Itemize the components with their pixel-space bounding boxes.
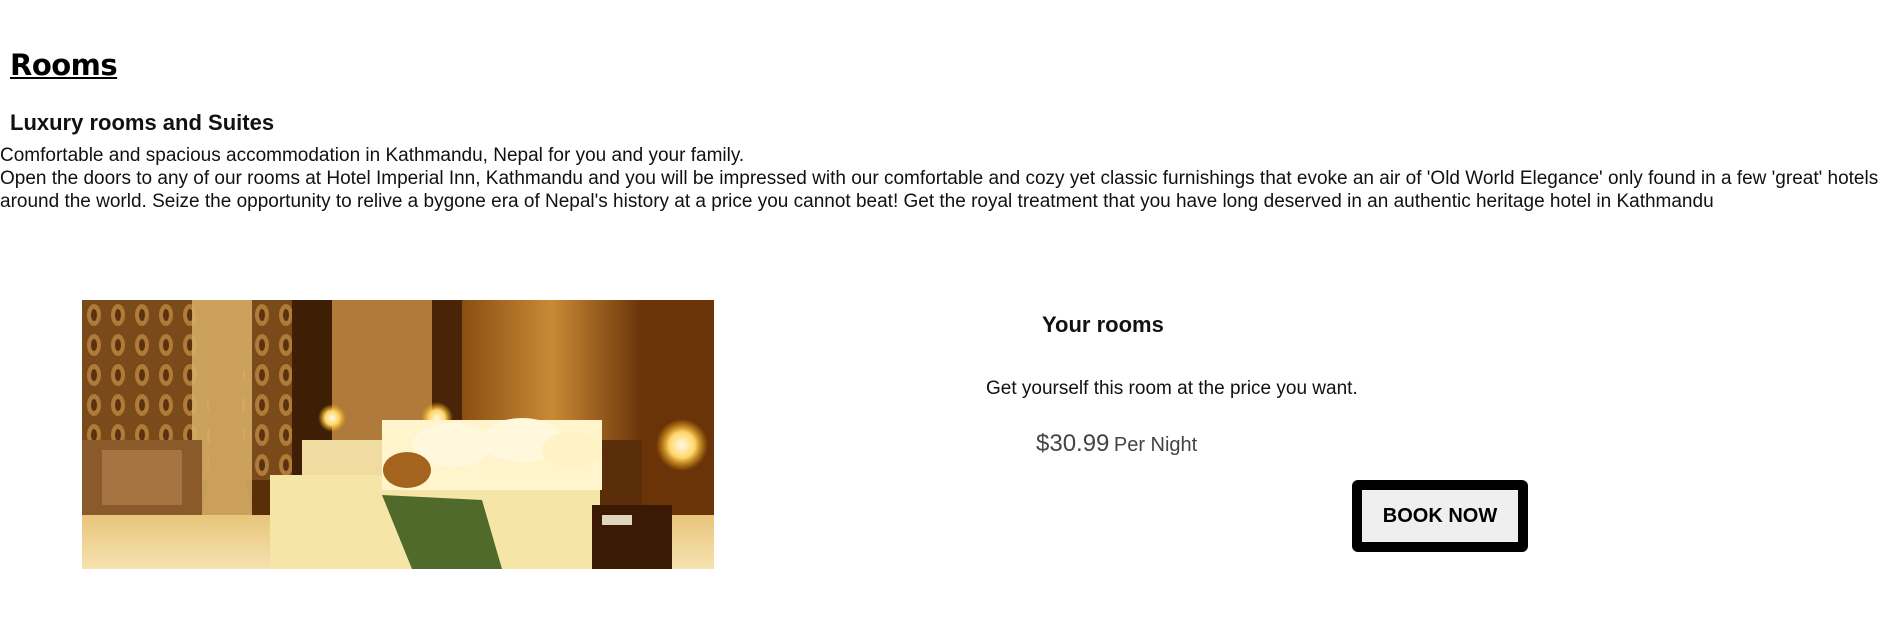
room-image <box>82 300 714 569</box>
intro-text: Comfortable and spacious accommodation i… <box>0 144 1880 213</box>
section-title: Luxury rooms and Suites <box>10 110 275 135</box>
book-now-button[interactable]: BOOK NOW <box>1352 480 1528 552</box>
rooms-heading: Your rooms <box>1042 312 1164 337</box>
rooms-description: Get yourself this room at the price you … <box>986 378 1358 399</box>
intro-line-2: Open the doors to any of our rooms at Ho… <box>0 168 1879 212</box>
price-line: $30.99 Per Night <box>1036 430 1197 458</box>
book-now-label[interactable]: BOOK NOW <box>1362 490 1518 542</box>
price-unit: Per Night <box>1113 434 1198 456</box>
intro-line-1: Comfortable and spacious accommodation i… <box>0 145 745 166</box>
page-title: Rooms <box>10 48 118 82</box>
price-amount: $30.99 <box>1036 430 1110 457</box>
